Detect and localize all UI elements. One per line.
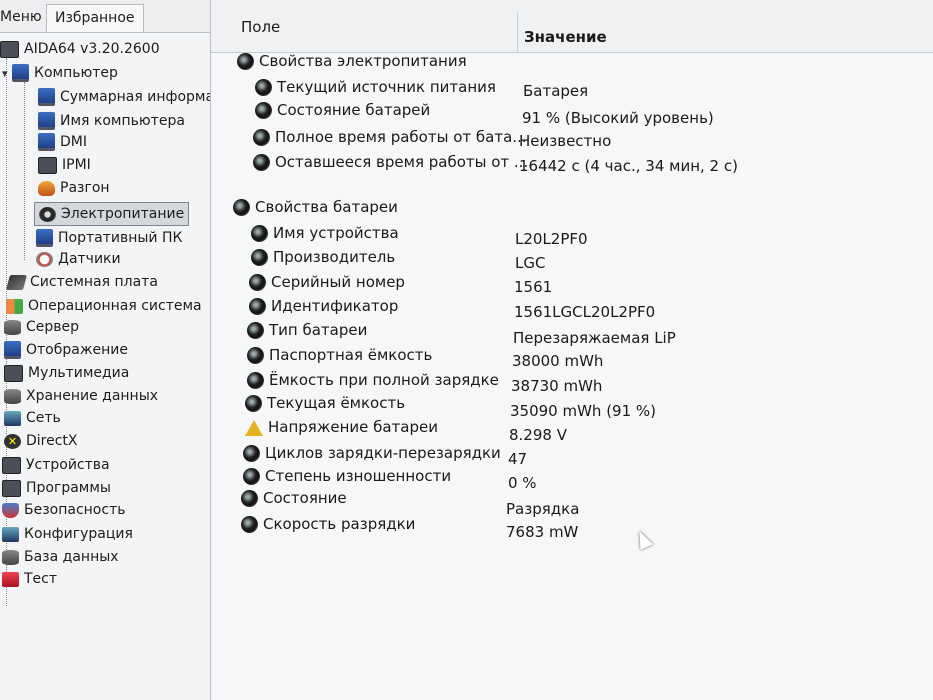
battery-gear-icon: [233, 199, 250, 216]
ipmi-icon: [38, 156, 57, 174]
dmi-icon: [38, 133, 55, 151]
chevron-down-icon[interactable]: ▾: [2, 63, 12, 85]
tree-item-ipmi[interactable]: IPMI: [38, 154, 91, 176]
tree-item-devices[interactable]: Устройства: [2, 454, 110, 476]
database-icon: [2, 549, 19, 565]
tree-item-database[interactable]: База данных: [2, 546, 119, 568]
tree-item-security[interactable]: Безопасность: [2, 499, 125, 521]
battery-gear-icon: [247, 372, 264, 389]
battery-gear-icon: [243, 445, 260, 462]
battery-gear-icon: [247, 347, 264, 364]
column-divider[interactable]: [517, 12, 518, 52]
battery-gear-icon: [249, 298, 266, 315]
tree-item-network[interactable]: Сеть: [4, 407, 61, 429]
network-icon: [4, 410, 21, 426]
battery-gear-icon: [251, 249, 268, 266]
tree-item-root[interactable]: AIDA64 v3.20.2600: [0, 38, 160, 60]
overclock-icon: [38, 180, 55, 196]
battery-gear-icon: [237, 53, 254, 70]
battery-gear-icon: [249, 274, 266, 291]
aida64-icon: [0, 40, 19, 58]
tree-item-motherboard[interactable]: Системная плата: [5, 271, 158, 293]
panel-tabs: Меню Избранное: [0, 0, 210, 33]
tree-item-storage[interactable]: Хранение данных: [4, 385, 158, 407]
benchmark-icon: [2, 571, 19, 587]
battery-gear-icon: [255, 79, 272, 96]
sensor-gauge-icon: [36, 251, 53, 267]
tree-item-power[interactable]: Электропитание: [34, 202, 190, 226]
tab-favorites[interactable]: Избранное: [46, 4, 144, 32]
battery-gear-icon: [247, 322, 264, 339]
monitor-icon: [38, 88, 55, 106]
tree-item-sensors[interactable]: Датчики: [36, 248, 121, 270]
battery-gear-icon: [241, 490, 258, 507]
shield-icon: [2, 502, 19, 518]
battery-gear-icon: [255, 102, 272, 119]
tree-item-programs[interactable]: Программы: [2, 477, 111, 499]
tree-item-overclock[interactable]: Разгон: [38, 177, 110, 199]
config-icon: [2, 526, 19, 542]
navigation-panel: Меню Избранное AIDA64 v3.20.2600 ▾ Компью…: [0, 0, 211, 700]
storage-icon: [4, 388, 21, 404]
group-power-properties[interactable]: Свойства электропитания: [237, 52, 467, 70]
battery-gear-icon: [243, 468, 260, 485]
group-battery-properties[interactable]: Свойства батареи: [233, 198, 398, 216]
battery-gear-icon: [253, 154, 270, 171]
tree-line: [24, 82, 25, 260]
tab-menu[interactable]: Меню: [0, 4, 50, 31]
tree-item-computer-name[interactable]: Имя компьютера: [38, 110, 185, 132]
tree-item-config[interactable]: Конфигурация: [2, 523, 133, 545]
tree-item-computer[interactable]: ▾ Компьютер: [2, 62, 118, 84]
tree-item-os[interactable]: Операционная система: [6, 295, 202, 317]
battery-gear-icon: [253, 129, 270, 146]
tree-item-portable[interactable]: Портативный ПК: [36, 227, 182, 249]
tree-item-server[interactable]: Сервер: [4, 316, 79, 338]
warning-icon: [245, 419, 263, 436]
tree-item-test[interactable]: Тест: [2, 568, 57, 590]
motherboard-icon: [5, 274, 28, 290]
windows-icon: [6, 298, 23, 314]
tree-item-dmi[interactable]: DMI: [38, 131, 87, 153]
battery-gear-icon: [251, 225, 268, 242]
server-icon: [4, 319, 21, 335]
laptop-icon: [36, 229, 53, 247]
devices-icon: [2, 456, 21, 474]
battery-gear-icon: [245, 395, 262, 412]
programs-icon: [2, 479, 21, 497]
battery-gear-icon: [241, 516, 258, 533]
tree-item-directx[interactable]: ✕ DirectX: [4, 430, 78, 452]
tree-item-multimedia[interactable]: Мультимедиа: [4, 362, 129, 384]
tree-item-display[interactable]: Отображение: [4, 339, 128, 361]
battery-gear-icon: [39, 206, 56, 222]
column-value[interactable]: Значение: [524, 28, 607, 46]
display-icon: [4, 341, 21, 359]
directx-icon: ✕: [4, 433, 21, 449]
speaker-icon: [4, 364, 23, 382]
aida64-window: Меню Избранное AIDA64 v3.20.2600 ▾ Компью…: [0, 0, 933, 700]
tree-item-summary[interactable]: Суммарная информа: [38, 86, 210, 108]
computer-icon: [12, 64, 29, 82]
monitor-icon: [38, 112, 55, 130]
details-panel: Поле Значение Свойства электропитания Те…: [211, 0, 933, 700]
column-header: Поле Значение: [211, 0, 933, 53]
column-field[interactable]: Поле: [241, 18, 280, 36]
